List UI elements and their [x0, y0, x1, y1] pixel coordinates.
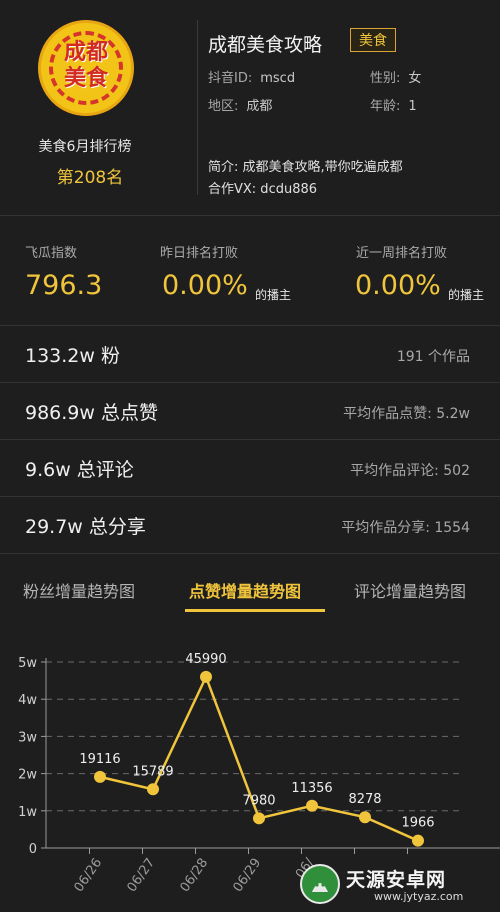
- data-label: 45990: [185, 652, 226, 667]
- trend-tabs: 粉丝增量趋势图 点赞增量趋势图 评论增量趋势图: [0, 566, 500, 616]
- watermark-title: 天源安卓网: [346, 869, 447, 891]
- divider: [0, 215, 500, 216]
- data-point: [359, 811, 371, 824]
- y-tick-label: 1w: [18, 805, 37, 820]
- watermark: 天源安卓网 www.jytyaz.com: [300, 864, 492, 904]
- y-tick-label: 3w: [18, 730, 37, 745]
- gender-value: 女: [408, 71, 422, 86]
- tab-comments-trend[interactable]: 评论增量趋势图: [354, 578, 466, 602]
- week-rank-value: 0.00%: [355, 270, 441, 301]
- region-value: 成都: [246, 99, 273, 114]
- list-item: 133.2w 粉 191 个作品: [0, 326, 500, 382]
- age: 年龄: 1: [370, 95, 417, 114]
- list-item: 986.9w 总点赞 平均作品点赞: 5.2w: [0, 383, 500, 439]
- avg-comments: 平均作品评论: 502: [350, 463, 470, 479]
- x-tick-label: 06/29: [230, 856, 264, 895]
- fans-count: 133.2w 粉: [25, 345, 120, 367]
- douyin-id-label: 抖音ID:: [208, 71, 253, 86]
- total-shares: 29.7w 总分享: [25, 516, 146, 538]
- x-tick-label: 06/26: [71, 856, 105, 895]
- account-name: 成都美食攻略: [208, 34, 323, 56]
- divider: [197, 20, 198, 195]
- douyin-id: 抖音ID: mscd: [208, 67, 295, 86]
- total-likes: 986.9w 总点赞: [25, 402, 158, 424]
- y-tick-label: 0: [29, 842, 37, 857]
- data-point: [94, 770, 106, 783]
- rank-value: 第208名: [56, 168, 124, 188]
- avg-shares: 平均作品分享: 1554: [341, 520, 470, 536]
- works-count: 191 个作品: [396, 349, 470, 365]
- age-label: 年龄:: [370, 99, 401, 114]
- y-tick-label: 4w: [18, 693, 37, 708]
- gender-label: 性别:: [370, 71, 401, 86]
- active-tab-indicator: [185, 609, 325, 612]
- data-label: 7980: [242, 793, 275, 808]
- feigua-index-label: 飞瓜指数: [25, 246, 78, 261]
- data-point: [306, 799, 318, 812]
- region: 地区: 成都: [208, 95, 272, 114]
- y-tick-label: 2w: [18, 768, 37, 783]
- yesterday-rank-value: 0.00%: [162, 270, 248, 301]
- week-rank-suffix: 的播主: [448, 288, 485, 302]
- data-label: 1966: [401, 816, 434, 831]
- data-point: [412, 834, 424, 847]
- douyin-id-value: mscd: [260, 71, 296, 86]
- x-tick-label: 06/28: [177, 856, 211, 895]
- tab-fans-trend[interactable]: 粉丝增量趋势图: [23, 578, 135, 602]
- avg-likes: 平均作品点赞: 5.2w: [343, 406, 470, 422]
- yesterday-rank-suffix: 的播主: [255, 288, 292, 302]
- week-rank-label: 近一周排名打败: [356, 246, 448, 261]
- list-item: 29.7w 总分享 平均作品分享: 1554: [0, 497, 500, 553]
- avatar-text-bottom: 美食: [63, 66, 108, 91]
- watermark-url: www.jytyaz.com: [374, 890, 464, 903]
- divider: [0, 553, 500, 554]
- age-value: 1: [408, 99, 417, 114]
- data-label: 19116: [79, 752, 120, 767]
- intro-text: 简介: 成都美食攻略,带你吃遍成都: [208, 160, 403, 175]
- contact-vx: 合作VX: dcdu886: [208, 182, 318, 197]
- android-logo-icon: [300, 864, 340, 904]
- tab-likes-trend[interactable]: 点赞增量趋势图: [189, 578, 301, 602]
- y-axis-labels: 0 1w 2w 3w 4w 5w: [18, 656, 37, 857]
- category-tag[interactable]: 美食: [350, 28, 396, 52]
- data-point: [253, 812, 265, 825]
- list-item: 9.6w 总评论 平均作品评论: 502: [0, 440, 500, 496]
- data-point: [200, 670, 212, 683]
- data-labels: 19116 15789 45990 7980 11356 8278 1966: [79, 652, 434, 831]
- avatar-text-top: 成都: [63, 40, 108, 65]
- yesterday-rank-label: 昨日排名打败: [160, 246, 239, 261]
- feigua-index-value: 796.3: [25, 270, 103, 301]
- x-axis-labels: 06/26 06/27 06/28 06/29 06/: [71, 855, 317, 895]
- x-tick-label: 06/27: [124, 856, 158, 895]
- avatar[interactable]: 成都 美食: [38, 20, 134, 116]
- data-label: 15789: [132, 764, 173, 779]
- region-label: 地区:: [208, 99, 239, 114]
- y-tick-label: 5w: [18, 656, 37, 671]
- data-point: [147, 783, 159, 796]
- data-label: 8278: [348, 792, 381, 807]
- profile-section: 成都 美食 美食6月排行榜 第208名 成都美食攻略 美食 抖音ID: mscd …: [0, 0, 500, 215]
- data-label: 11356: [291, 781, 332, 796]
- gender: 性别: 女: [370, 67, 421, 86]
- rank-title: 美食6月排行榜: [38, 139, 132, 155]
- total-comments: 9.6w 总评论: [25, 459, 134, 481]
